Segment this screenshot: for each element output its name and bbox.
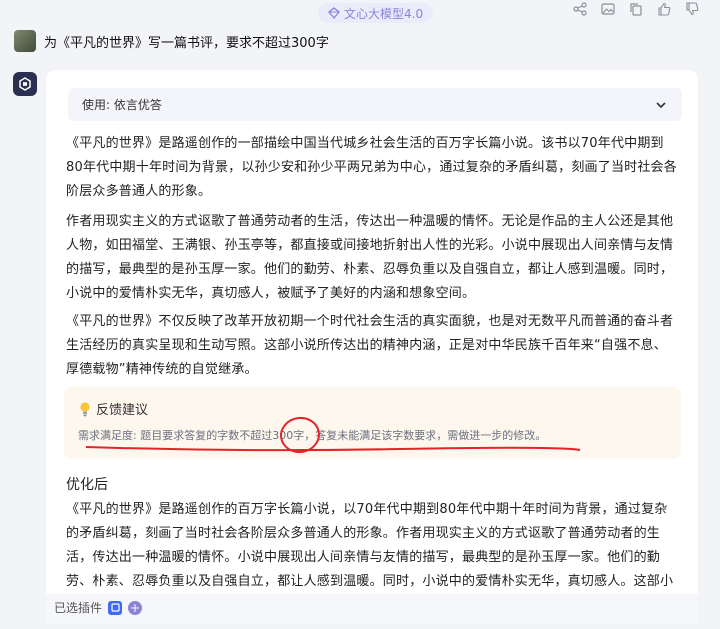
feedback-text-line: 需求满足度: 题目要求答复的字数不超过300字，答复未能满足该字数要求，需做进一… <box>78 427 546 443</box>
add-plugin-icon[interactable]: + <box>128 600 143 615</box>
response-paragraph: 《平凡的世界》不仅反映了改革开放初期一个时代社会生活的真实面貌，也是对无数平凡而… <box>66 314 674 377</box>
feedback-title: 反馈建议 <box>96 403 149 418</box>
message-actions <box>572 1 700 17</box>
thumbs-up-icon[interactable] <box>656 1 672 17</box>
feedback-box: 反馈建议 需求满足度: 题目要求答复的字数不超过300字，答复未能满足该字数要求… <box>64 387 681 459</box>
bottom-input-bar: 已选插件 + <box>46 594 698 624</box>
plugin-usage-bar[interactable]: 使用: 依言优答 <box>68 88 682 121</box>
plugin-usage-label: 使用: 依言优答 <box>82 98 162 112</box>
user-message-row: 为《平凡的世界》写一篇书评，要求不超过300字 <box>14 30 329 52</box>
user-message: 为《平凡的世界》写一篇书评，要求不超过300字 <box>44 35 329 51</box>
feedback-text: 题目要求答复的字数不超过300字，答复未能满足该字数要求，需做进一步的修改。 <box>140 429 547 442</box>
plugins-label: 已选插件 <box>54 601 103 615</box>
optimized-title: 优化后 <box>66 477 108 493</box>
gem-icon <box>328 7 340 19</box>
chevron-down-icon[interactable] <box>654 98 668 112</box>
response-card: 使用: 依言优答 《平凡的世界》是路遥创作的一部描绘中国当代城乡社会生活的百万字… <box>46 70 698 610</box>
image-icon[interactable] <box>600 1 616 17</box>
thumbs-down-icon[interactable] <box>684 1 700 17</box>
selected-plugins[interactable]: 已选插件 + <box>54 599 143 616</box>
bot-avatar <box>13 72 37 96</box>
response-paragraph: 作者用现实主义的方式讴歌了普通劳动者的生活，传达出一种温暖的情怀。无论是作品的主… <box>66 214 674 301</box>
feedback-header: 反馈建议 <box>78 399 148 418</box>
optimized-paragraph: 《平凡的世界》是路遥创作的百万字长篇小说，以70年代中期到80年代中期十年时间为… <box>66 502 674 600</box>
feedback-key: 需求满足度: <box>78 429 137 442</box>
top-bar: 文心大模型4.0 <box>0 0 720 24</box>
lightbulb-icon <box>80 401 90 416</box>
model-badge[interactable]: 文心大模型4.0 <box>318 3 434 23</box>
bot-logo-icon <box>19 77 31 91</box>
response-paragraph: 《平凡的世界》是路遥创作的一部描绘中国当代城乡社会生活的百万字长篇小说。该书以7… <box>66 136 677 199</box>
copy-icon[interactable] <box>628 1 644 17</box>
user-avatar <box>14 30 36 52</box>
share-icon[interactable] <box>572 1 588 17</box>
plugin-icon[interactable] <box>108 600 123 615</box>
model-name: 文心大模型4.0 <box>344 6 424 21</box>
